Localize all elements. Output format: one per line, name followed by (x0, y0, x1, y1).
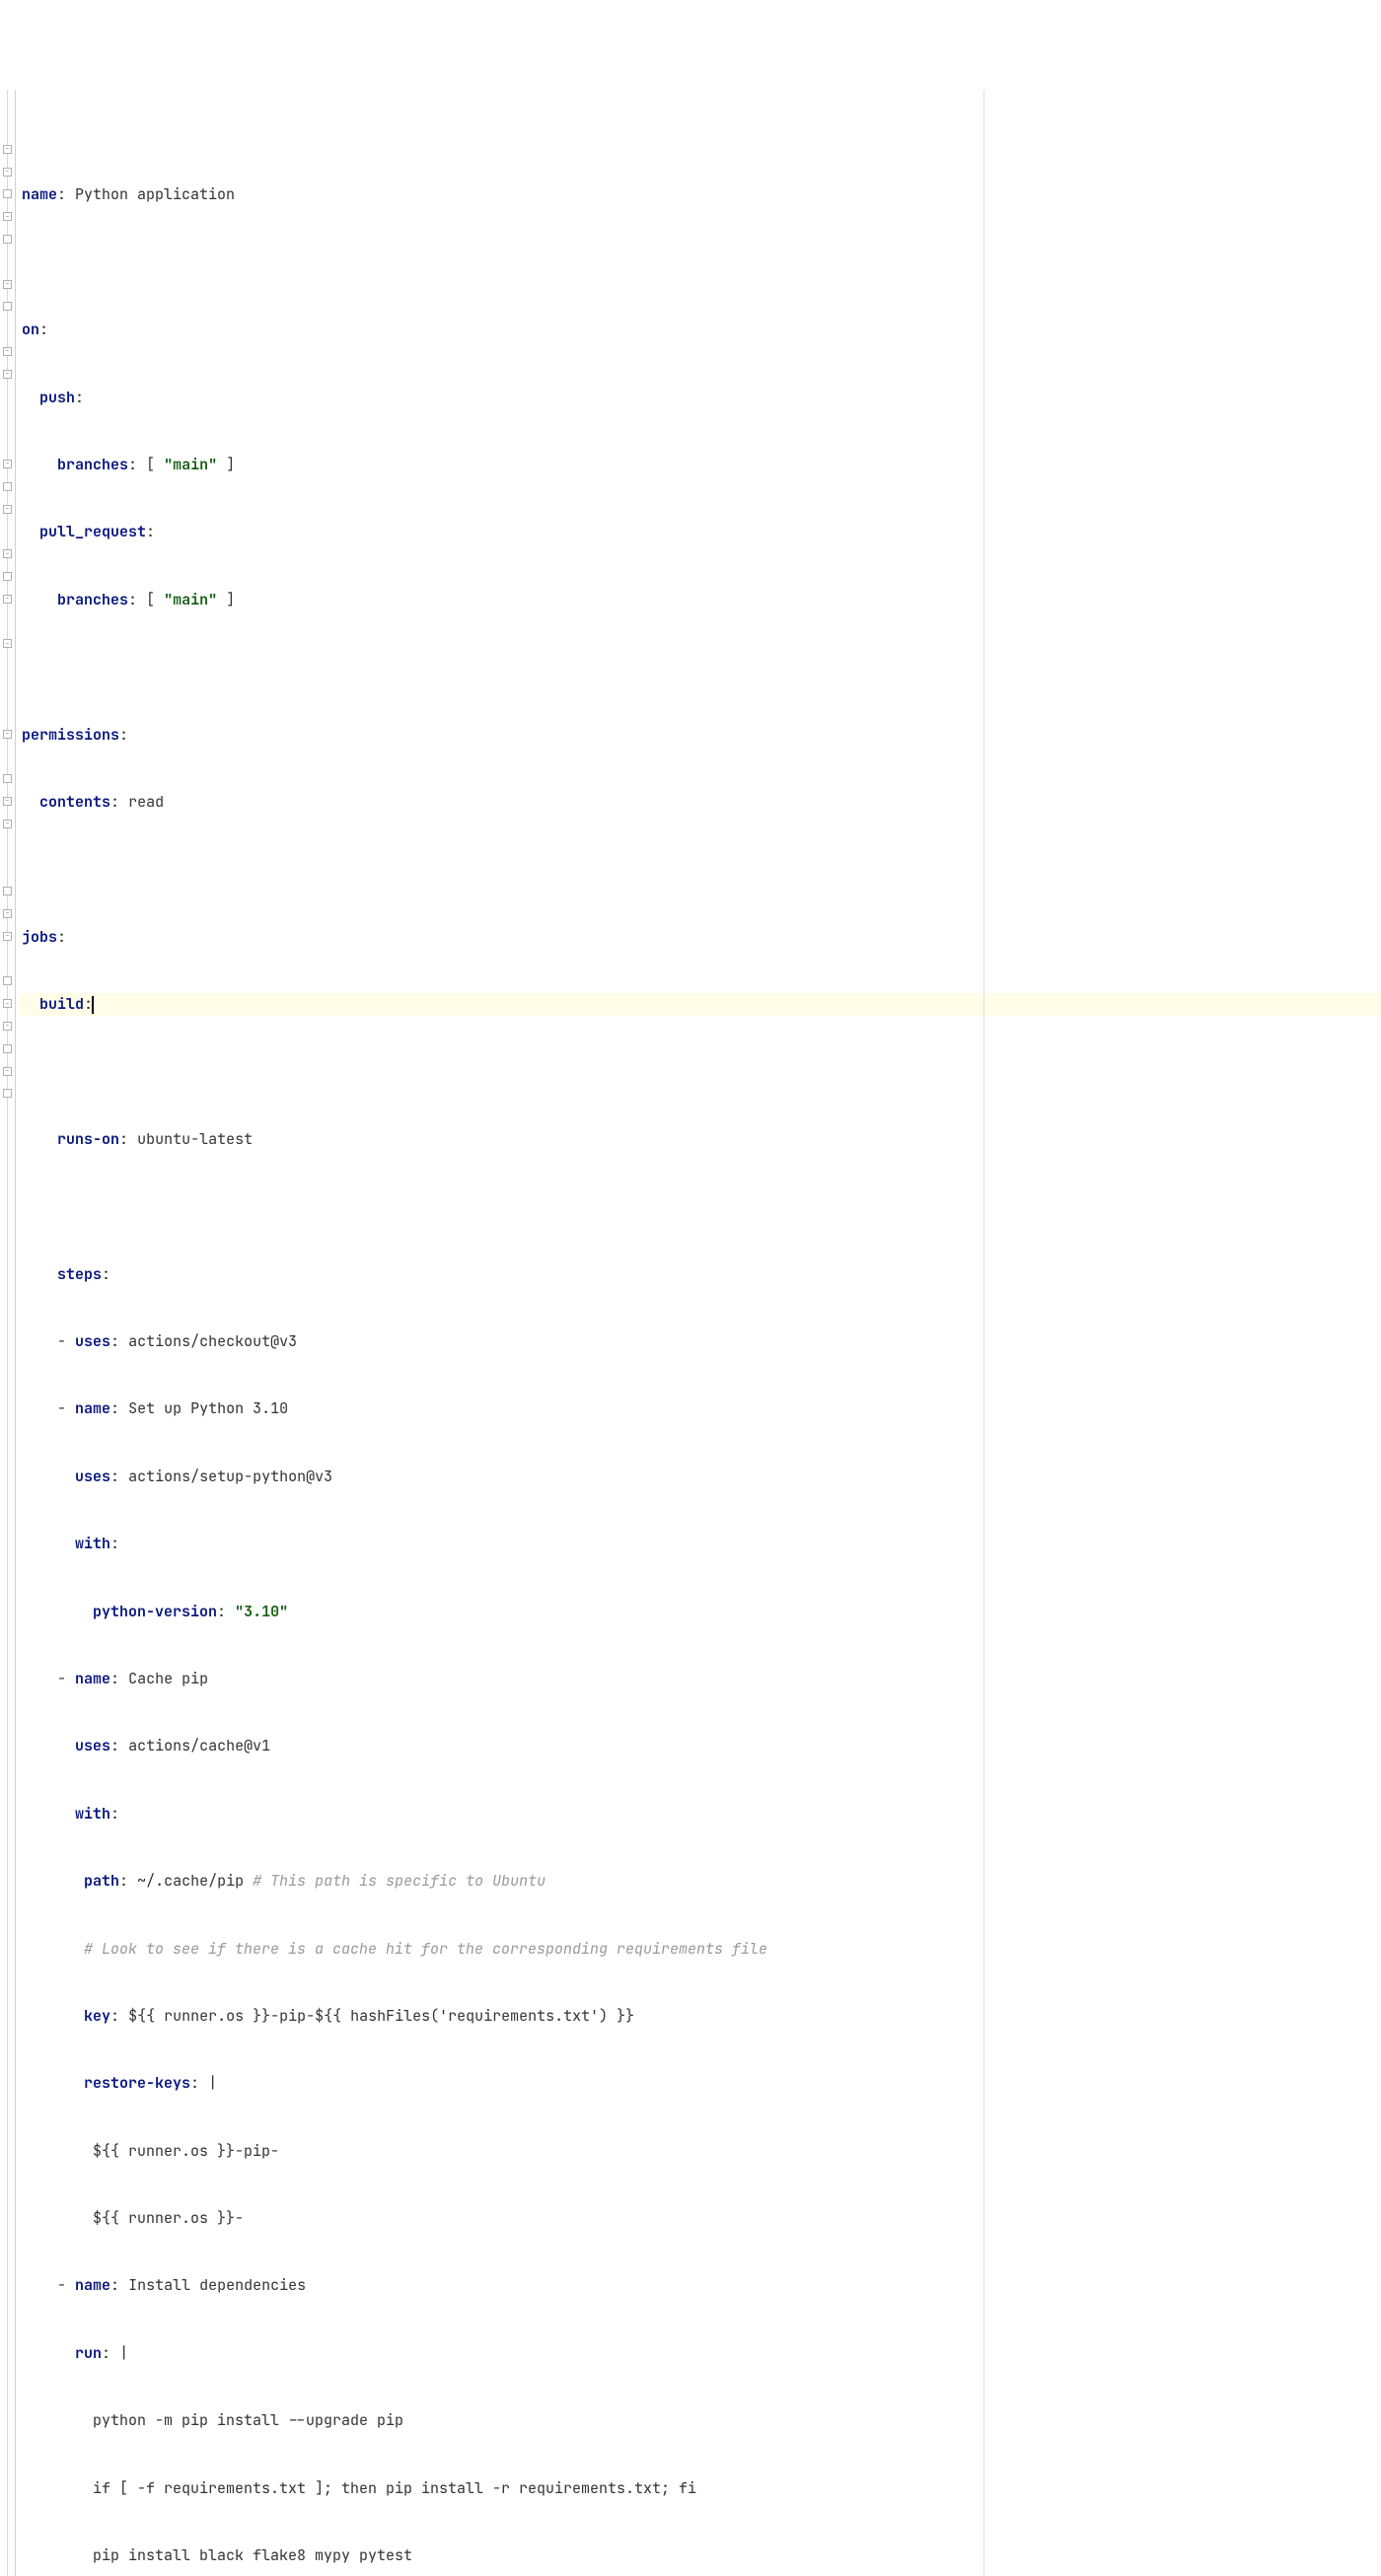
code-line[interactable]: - uses: actions/checkout@v3 (20, 1330, 1381, 1353)
code-line[interactable] (20, 656, 1381, 679)
code-line[interactable]: permissions: (20, 724, 1381, 747)
fold-toggle-icon[interactable] (3, 999, 12, 1008)
code-line[interactable] (20, 1195, 1381, 1218)
fold-end-icon (3, 976, 12, 985)
fold-end-icon (3, 302, 12, 311)
code-line[interactable] (20, 858, 1381, 881)
fold-toggle-icon[interactable] (3, 1067, 12, 1076)
code-area[interactable]: name: Python application on: push: branc… (16, 90, 1381, 2576)
code-line[interactable]: with: (20, 1533, 1381, 1555)
code-line[interactable]: pip install black flake8 mypy pytest (20, 2544, 1381, 2567)
code-line[interactable]: python-version: "3.10" (20, 1601, 1381, 1623)
fold-toggle-icon[interactable] (3, 595, 12, 604)
fold-toggle-icon[interactable] (3, 280, 12, 289)
code-line[interactable] (20, 1060, 1381, 1083)
code-line[interactable]: uses: actions/setup-python@v3 (20, 1466, 1381, 1488)
code-editor[interactable]: name: Python application on: push: branc… (0, 90, 1381, 2576)
code-line[interactable]: push: (20, 387, 1381, 409)
fold-end-icon (3, 482, 12, 491)
code-line[interactable]: branches: [ "main" ] (20, 589, 1381, 611)
code-line[interactable]: steps: (20, 1263, 1381, 1286)
code-line[interactable]: branches: [ "main" ] (20, 454, 1381, 476)
code-line[interactable]: # Look to see if there is a cache hit fo… (20, 1938, 1381, 1961)
fold-end-icon (3, 572, 12, 581)
fold-toggle-icon[interactable] (3, 797, 12, 806)
fold-end-icon (3, 235, 12, 244)
fold-toggle-icon[interactable] (3, 212, 12, 221)
code-line[interactable]: ${{ runner.os }}- (20, 2207, 1381, 2230)
code-line[interactable]: run: | (20, 2342, 1381, 2365)
fold-toggle-icon[interactable] (3, 168, 12, 177)
code-line[interactable]: ${{ runner.os }}-pip- (20, 2140, 1381, 2163)
code-line[interactable]: contents: read (20, 791, 1381, 814)
fold-toggle-icon[interactable] (3, 370, 12, 379)
fold-toggle-icon[interactable] (3, 730, 12, 739)
code-line[interactable]: if [ -f requirements.txt ]; then pip ins… (20, 2477, 1381, 2500)
code-line[interactable]: on: (20, 319, 1381, 341)
code-line[interactable]: key: ${{ runner.os }}-pip-${{ hashFiles(… (20, 2005, 1381, 2028)
fold-toggle-icon[interactable] (3, 549, 12, 558)
fold-end-icon (3, 189, 12, 198)
fold-toggle-icon[interactable] (3, 909, 12, 918)
code-line[interactable]: uses: actions/cache@v1 (20, 1735, 1381, 1757)
code-line[interactable]: - name: Install dependencies (20, 2274, 1381, 2297)
code-line[interactable]: with: (20, 1803, 1381, 1825)
fold-toggle-icon[interactable] (3, 932, 12, 941)
fold-toggle-icon[interactable] (3, 505, 12, 514)
fold-toggle-icon[interactable] (3, 820, 12, 828)
code-line[interactable] (20, 251, 1381, 274)
code-line[interactable]: - name: Set up Python 3.10 (20, 1397, 1381, 1420)
code-line[interactable]: - name: Cache pip (20, 1668, 1381, 1690)
fold-toggle-icon[interactable] (3, 1022, 12, 1031)
code-line[interactable]: restore-keys: | (20, 2072, 1381, 2095)
fold-toggle-icon[interactable] (3, 145, 12, 154)
fold-toggle-icon[interactable] (3, 639, 12, 648)
text-cursor (92, 996, 94, 1014)
fold-gutter[interactable] (0, 90, 16, 2576)
code-line[interactable]: name: Python application (20, 183, 1381, 206)
fold-toggle-icon[interactable] (3, 460, 12, 468)
code-line[interactable]: path: ~/.cache/pip # This path is specif… (20, 1870, 1381, 1893)
fold-end-icon (3, 887, 12, 895)
fold-end-icon (3, 1044, 12, 1053)
code-line-active[interactable]: build: (20, 993, 1381, 1016)
fold-end-icon (3, 774, 12, 783)
code-line[interactable]: pull_request: (20, 521, 1381, 543)
code-line[interactable]: jobs: (20, 926, 1381, 949)
fold-toggle-icon[interactable] (3, 347, 12, 356)
code-line[interactable]: runs-on: ubuntu-latest (20, 1128, 1381, 1151)
fold-end-icon (3, 1089, 12, 1098)
code-line[interactable]: python -m pip install --upgrade pip (20, 2409, 1381, 2432)
